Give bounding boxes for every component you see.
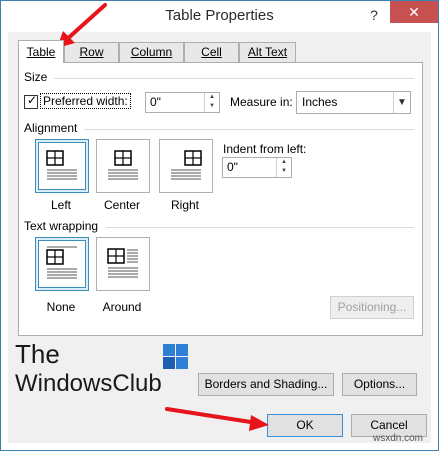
indent-from-left-value[interactable]: 0" [227,160,238,174]
indent-from-left-label: Indent from left: [223,142,307,156]
align-left-label[interactable]: Left [31,198,91,212]
spin-down-icon[interactable]: ▼ [277,167,291,176]
measure-in-label: Measure in: [230,95,293,109]
wrap-none-label[interactable]: None [31,300,91,314]
help-button[interactable]: ? [363,4,385,26]
table-align-left-icon [46,150,77,180]
wrap-around-icon [107,248,138,278]
spin-up-icon[interactable]: ▲ [277,158,291,167]
align-right-label[interactable]: Right [155,198,215,212]
size-section-label: Size [24,70,48,84]
chevron-down-icon[interactable]: ▼ [393,92,410,113]
source-watermark: wsxdn.com [373,433,424,444]
wrap-none-icon [46,246,77,279]
close-button[interactable]: ✕ [390,1,438,23]
table-properties-dialog: Table Properties ? ✕ Table Row Column Ce… [0,0,439,451]
align-center-label[interactable]: Center [92,198,152,212]
wrap-around-option[interactable] [96,237,150,291]
spin-up-icon[interactable]: ▲ [205,93,219,102]
watermark-line-2: WindowsClub [15,370,162,397]
align-center-option[interactable] [96,139,150,193]
preferred-width-spin-arrows: ▲ ▼ [204,93,219,112]
borders-and-shading-button[interactable]: Borders and Shading... [198,373,334,396]
table-align-center-icon [108,150,138,180]
tab-alt-text[interactable]: Alt Text [239,42,296,62]
tab-alt-text-label: Alt Text [247,45,288,59]
windows-logo-icon [163,344,189,370]
tab-table[interactable]: Table [18,40,64,63]
checkmark-icon: ✓ [27,93,38,107]
close-icon: ✕ [408,4,420,20]
tab-cell-label: Cell [201,45,222,59]
spin-down-icon[interactable]: ▼ [205,102,219,111]
ok-button[interactable]: OK [267,414,343,437]
measure-in-select[interactable]: Inches ▼ [296,91,411,114]
text-wrapping-divider [106,227,414,228]
table-align-right-icon [171,150,202,180]
align-left-option[interactable] [35,139,89,193]
wrap-around-label[interactable]: Around [92,300,152,314]
preferred-width-stepper[interactable]: 0" ▲ ▼ [145,92,220,113]
positioning-button[interactable]: Positioning... [330,296,414,319]
align-right-option[interactable] [159,139,213,193]
size-divider [54,78,414,79]
preferred-width-value[interactable]: 0" [150,95,161,109]
watermark-line-1: The [15,339,60,369]
tab-column-label: Column [130,45,173,59]
tab-cell[interactable]: Cell [184,42,239,62]
tab-column[interactable]: Column [119,42,184,62]
alignment-divider [84,129,414,130]
wrap-none-option[interactable] [35,237,89,291]
measure-in-value: Inches [302,95,338,109]
options-button[interactable]: Options... [342,373,417,396]
indent-spin-arrows: ▲ ▼ [276,158,291,177]
alignment-section-label: Alignment [24,121,78,135]
preferred-width-checkbox[interactable]: ✓ [24,93,38,109]
text-wrapping-section-label: Text wrapping [24,219,99,233]
tab-table-label: Table [26,45,56,59]
preferred-width-label[interactable]: Preferred width: [40,93,131,109]
indent-from-left-stepper[interactable]: 0" ▲ ▼ [222,157,292,178]
annotation-arrow-icon [165,407,269,431]
